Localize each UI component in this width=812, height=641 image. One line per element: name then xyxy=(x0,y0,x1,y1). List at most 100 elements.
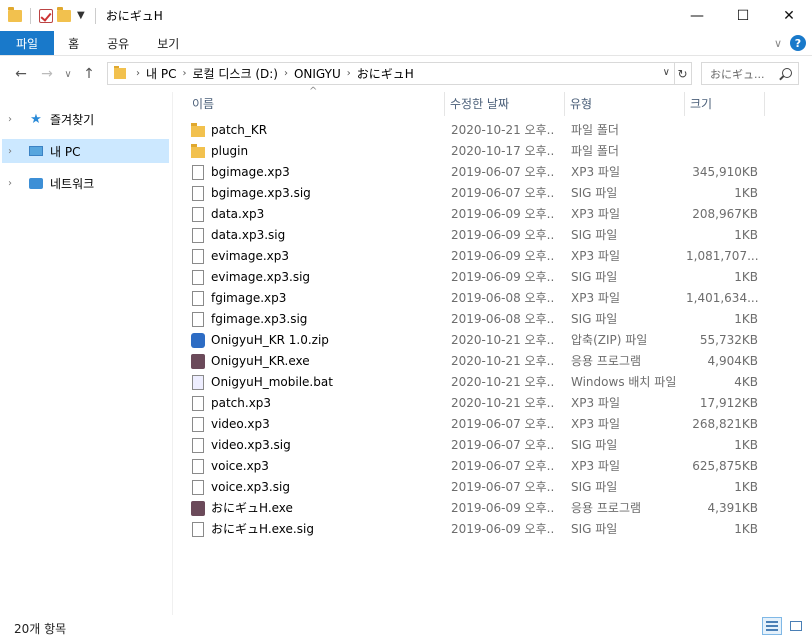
file-size: 268,821KB xyxy=(692,417,758,431)
file-date: 2020-10-21 오후... xyxy=(451,123,555,137)
table-row[interactable]: plugin 2020-10-17 오후... 파일 폴더 xyxy=(0,141,812,162)
chevron-right-icon[interactable]: › xyxy=(182,68,186,79)
file-name: fgimage.xp3 xyxy=(211,291,287,305)
file-date: 2020-10-21 오후... xyxy=(451,375,555,389)
breadcrumb-onigyu[interactable]: ONIGYU xyxy=(294,67,341,81)
table-row[interactable]: OnigyuH_mobile.bat 2020-10-21 오후... Window… xyxy=(0,372,812,393)
column-divider[interactable] xyxy=(764,92,765,116)
column-header-date[interactable]: 수정한 날짜 xyxy=(444,92,564,114)
folder-icon xyxy=(114,66,126,79)
folder-icon[interactable] xyxy=(8,6,22,22)
search-input[interactable]: おにギュ... xyxy=(701,62,799,85)
address-bar[interactable]: › 내 PC › 로컬 디스크 (D:) › ONIGYU › おにギュH ∨ xyxy=(107,62,675,85)
file-type: 압축(ZIP) 파일 xyxy=(571,333,648,347)
file-type: SIG 파일 xyxy=(571,186,618,200)
file-size: 4KB xyxy=(734,375,758,389)
table-row[interactable]: voice.xp3.sig 2019-06-07 오후... SIG 파일 1KB xyxy=(0,477,812,498)
refresh-icon[interactable]: ↻ xyxy=(674,62,692,85)
maximize-button[interactable]: ☐ xyxy=(720,0,766,31)
up-arrow-icon[interactable]: ↑ xyxy=(76,66,102,82)
table-row[interactable]: おにギュH.exe.sig 2019-06-09 오후... SIG 파일 1KB xyxy=(0,519,812,540)
file-type: 응용 프로그램 xyxy=(571,354,642,368)
folder-icon xyxy=(191,123,205,137)
column-header-type[interactable]: 유형 xyxy=(564,92,684,114)
file-name: voice.xp3 xyxy=(211,459,269,473)
table-row[interactable]: fgimage.xp3.sig 2019-06-08 오후... SIG 파일 1KB xyxy=(0,309,812,330)
file-date: 2019-06-07 오후... xyxy=(451,186,555,200)
chevron-down-icon[interactable]: ∨ xyxy=(663,67,670,78)
file-type: 파일 폴더 xyxy=(571,123,619,137)
divider xyxy=(30,7,31,24)
file-icon xyxy=(192,186,204,201)
file-type: SIG 파일 xyxy=(571,522,618,536)
chevron-right-icon[interactable]: › xyxy=(136,68,140,79)
table-row[interactable]: patch.xp3 2020-10-21 오후... XP3 파일 17,912KB xyxy=(0,393,812,414)
file-name: bgimage.xp3 xyxy=(211,165,290,179)
forward-arrow-icon[interactable]: → xyxy=(34,66,60,82)
file-date: 2019-06-08 오후... xyxy=(451,291,555,305)
breadcrumb-this-pc[interactable]: 내 PC xyxy=(146,65,176,82)
table-row[interactable]: おにギュH.exe 2019-06-09 오후... 응용 프로그램 4,391KB xyxy=(0,498,812,519)
file-date: 2019-06-09 오후... xyxy=(451,501,555,515)
file-date: 2019-06-09 오후... xyxy=(451,207,555,221)
file-name: fgimage.xp3.sig xyxy=(211,312,308,326)
zip-file-icon xyxy=(191,333,205,348)
file-name: OnigyuH_KR.exe xyxy=(211,354,310,368)
file-size: 1KB xyxy=(734,270,758,284)
new-folder-icon[interactable] xyxy=(57,6,71,22)
breadcrumb-drive[interactable]: 로컬 디스크 (D:) xyxy=(192,65,277,82)
file-icon xyxy=(192,228,204,243)
file-name: おにギュH.exe xyxy=(211,501,293,515)
table-row[interactable]: fgimage.xp3 2019-06-08 오후... XP3 파일 1,401,6… xyxy=(0,288,812,309)
tab-share[interactable]: 공유 xyxy=(93,31,143,55)
table-row[interactable]: video.xp3 2019-06-07 오후... XP3 파일 268,821KB xyxy=(0,414,812,435)
table-row[interactable]: evimage.xp3.sig 2019-06-09 오후... SIG 파일 1KB xyxy=(0,267,812,288)
chevron-right-icon[interactable]: › xyxy=(347,68,351,79)
folder-icon xyxy=(191,144,205,158)
column-header-size[interactable]: 크기 xyxy=(684,92,764,114)
file-date: 2020-10-21 오후... xyxy=(451,396,555,410)
item-count: 20개 항목 xyxy=(14,622,67,636)
table-row[interactable]: OnigyuH_KR 1.0.zip 2020-10-21 오후... 압축(ZIP… xyxy=(0,330,812,351)
properties-icon[interactable] xyxy=(39,8,53,23)
chevron-right-icon[interactable]: › xyxy=(284,68,288,79)
table-row[interactable]: bgimage.xp3.sig 2019-06-07 오후... SIG 파일 1KB xyxy=(0,183,812,204)
table-row[interactable]: data.xp3 2019-06-09 오후... XP3 파일 208,967KB xyxy=(0,204,812,225)
tab-home[interactable]: 홈 xyxy=(54,31,93,55)
column-header-name[interactable]: 이름 xyxy=(186,92,444,114)
file-date: 2019-06-09 오후... xyxy=(451,249,555,263)
file-icon xyxy=(192,312,204,327)
file-type: SIG 파일 xyxy=(571,270,618,284)
expand-ribbon-icon[interactable]: ∨ xyxy=(774,37,782,50)
back-arrow-icon[interactable]: ← xyxy=(8,66,34,82)
tab-file[interactable]: 파일 xyxy=(0,31,55,55)
tab-view[interactable]: 보기 xyxy=(143,31,193,55)
search-icon[interactable] xyxy=(782,68,792,78)
large-icons-view-icon[interactable] xyxy=(786,617,806,635)
table-row[interactable]: data.xp3.sig 2019-06-09 오후... SIG 파일 1KB xyxy=(0,225,812,246)
minimize-button[interactable]: — xyxy=(674,0,720,31)
table-row[interactable]: patch_KR 2020-10-21 오후... 파일 폴더 xyxy=(0,120,812,141)
table-row[interactable]: bgimage.xp3 2019-06-07 오후... XP3 파일 345,910… xyxy=(0,162,812,183)
recent-locations-icon[interactable]: ∨ xyxy=(60,69,76,80)
file-type: XP3 파일 xyxy=(571,459,620,473)
table-row[interactable]: OnigyuH_KR.exe 2020-10-21 오후... 응용 프로그램 4,9… xyxy=(0,351,812,372)
file-size: 1,401,634... xyxy=(686,291,758,305)
close-button[interactable]: ✕ xyxy=(766,0,812,31)
file-size: 4,391KB xyxy=(707,501,758,515)
table-row[interactable]: video.xp3.sig 2019-06-07 오후... SIG 파일 1KB xyxy=(0,435,812,456)
file-icon xyxy=(192,438,204,453)
file-size: 1KB xyxy=(734,228,758,242)
breadcrumb-current[interactable]: おにギュH xyxy=(357,65,414,82)
quick-access-toolbar: ▼ xyxy=(0,6,100,24)
details-view-icon[interactable] xyxy=(762,617,782,635)
file-size: 17,912KB xyxy=(699,396,758,410)
table-row[interactable]: voice.xp3 2019-06-07 오후... XP3 파일 625,875KB xyxy=(0,456,812,477)
file-icon xyxy=(192,459,204,474)
table-row[interactable]: evimage.xp3 2019-06-09 오후... XP3 파일 1,081,7… xyxy=(0,246,812,267)
help-icon[interactable]: ? xyxy=(790,35,806,51)
file-type: 응용 프로그램 xyxy=(571,501,642,515)
file-icon xyxy=(192,165,204,180)
file-name: patch_KR xyxy=(211,123,268,137)
chevron-down-icon[interactable]: ▼ xyxy=(75,10,87,21)
